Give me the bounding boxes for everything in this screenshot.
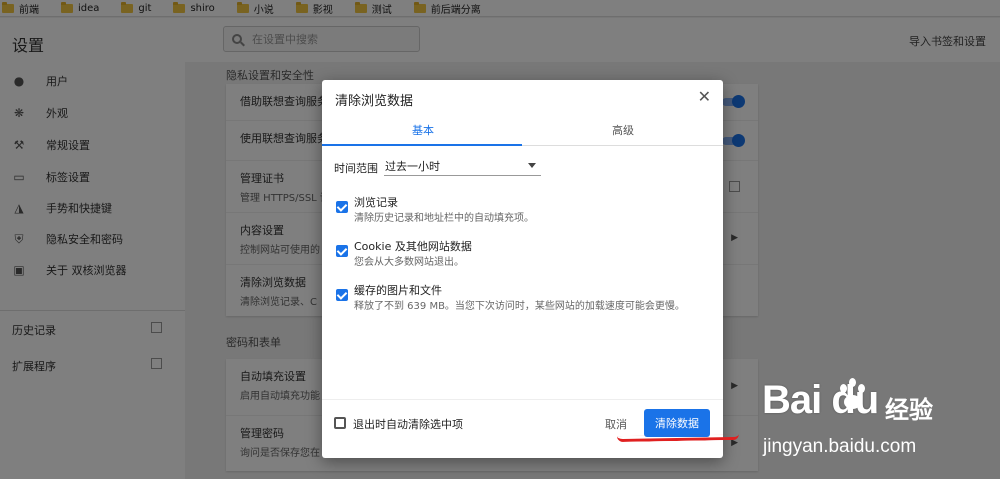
auto-clear-checkbox[interactable] bbox=[334, 417, 346, 429]
close-icon[interactable]: ✕ bbox=[698, 88, 711, 106]
active-tab-indicator bbox=[322, 144, 522, 146]
cache-checkbox[interactable] bbox=[336, 289, 348, 301]
time-range-select[interactable]: 过去一小时 bbox=[384, 158, 541, 176]
dialog-tabs: 基本 高级 bbox=[322, 118, 723, 146]
browsing-history-checkbox[interactable] bbox=[336, 201, 348, 213]
paw-icon bbox=[836, 378, 870, 412]
cookies-checkbox[interactable] bbox=[336, 245, 348, 257]
tab-advanced[interactable]: 高级 bbox=[612, 122, 634, 138]
baidu-jingyan-watermark: Bai du 经验 jingyan.baidu.com bbox=[762, 378, 994, 468]
time-range-label: 时间范围 bbox=[334, 162, 378, 175]
dialog-title: 清除浏览数据 bbox=[335, 94, 414, 109]
time-range-value: 过去一小时 bbox=[385, 160, 440, 173]
watermark-jingyan: 经验 bbox=[885, 396, 933, 424]
clear-data-button[interactable]: 清除数据 bbox=[644, 409, 710, 437]
chevron-down-icon bbox=[528, 163, 536, 168]
auto-clear-label: 退出时自动清除选中项 bbox=[353, 418, 463, 431]
clear-browsing-data-dialog: 清除浏览数据 ✕ 基本 高级 时间范围 过去一小时 浏览记录 清除历史记录和地址… bbox=[322, 80, 723, 458]
watermark-url: jingyan.baidu.com bbox=[763, 436, 917, 457]
cancel-button[interactable]: 取消 bbox=[605, 416, 627, 432]
tab-basic[interactable]: 基本 bbox=[412, 122, 434, 138]
